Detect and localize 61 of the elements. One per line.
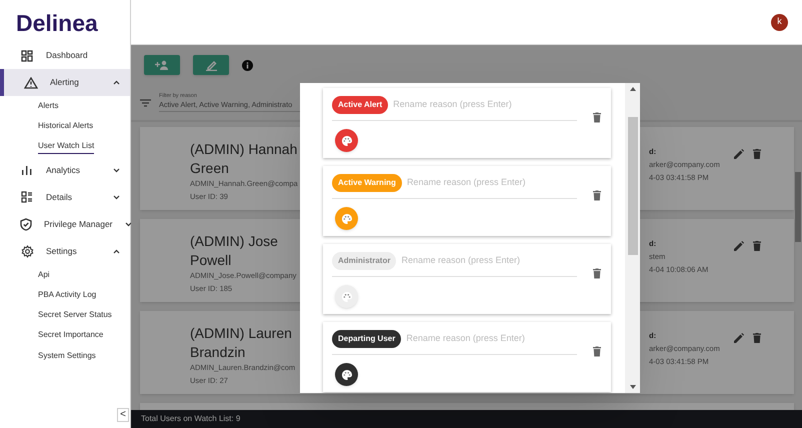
nav-item[interactable]: Settings	[0, 238, 130, 265]
logo: Delinea	[15, 9, 98, 38]
scrollbar-thumb[interactable]	[795, 172, 801, 242]
rename-input[interactable]: Rename reason (press Enter)	[406, 176, 577, 190]
collapse-button[interactable]: <	[117, 408, 129, 422]
color-picker-button[interactable]	[335, 129, 358, 152]
dashboard-icon	[21, 50, 33, 62]
scroll-up-icon[interactable]	[630, 87, 636, 91]
palette-icon	[342, 214, 352, 224]
color-picker-button[interactable]	[335, 363, 358, 386]
nav-subitem[interactable]: Secret Importance	[38, 329, 104, 342]
list-icon	[21, 191, 33, 204]
rename-input[interactable]: Rename reason (press Enter)	[393, 98, 577, 112]
delete-icon[interactable]	[593, 268, 601, 278]
add-person-icon	[155, 60, 169, 70]
bar-chart-icon	[21, 164, 33, 176]
rename-input[interactable]: Rename reason (press Enter)	[401, 254, 577, 268]
settings-icon	[20, 244, 34, 258]
delete-icon[interactable]	[593, 346, 601, 356]
rename-input[interactable]: Rename reason (press Enter)	[406, 332, 577, 346]
info-icon[interactable]	[242, 60, 253, 70]
reason-chip: Administrator	[332, 252, 396, 270]
color-picker-button[interactable]	[335, 207, 358, 230]
scrollbar-thumb[interactable]	[628, 117, 638, 255]
user-name: (ADMIN) Hannah Green	[190, 140, 298, 178]
reason-chip: Departing User	[332, 330, 402, 348]
pencil-icon	[204, 60, 218, 70]
nav-item[interactable]: Dashboard	[0, 42, 130, 69]
edit-icon[interactable]	[734, 149, 744, 159]
edit-icon[interactable]	[734, 241, 744, 251]
color-picker-button[interactable]	[335, 285, 358, 308]
edit-icon[interactable]	[734, 333, 744, 343]
nav-subitem[interactable]: Alerts	[38, 100, 58, 113]
nav-item[interactable]: Alerting	[0, 69, 130, 96]
reason-chip: Active Alert	[332, 96, 388, 114]
delete-icon[interactable]	[593, 190, 601, 200]
nav-item[interactable]: Privilege Manager	[0, 210, 130, 238]
delete-icon[interactable]	[753, 241, 761, 251]
nav-subitem[interactable]: Secret Server Status	[38, 309, 112, 322]
total-users-count: Total Users on Watch List: 9	[141, 413, 240, 425]
warning-icon	[24, 76, 38, 88]
user-name: (ADMIN) Lauren Brandzin	[190, 324, 293, 362]
nav-subitem[interactable]: Api	[38, 268, 50, 282]
nav-subitem[interactable]: PBA Activity Log	[38, 288, 96, 302]
delete-icon[interactable]	[753, 333, 761, 343]
nav-subitem[interactable]: Historical Alerts	[38, 120, 94, 133]
filter-icon	[140, 98, 151, 106]
palette-icon	[342, 292, 352, 302]
palette-icon	[342, 370, 352, 380]
reason-chip: Active Warning	[332, 174, 402, 192]
scroll-down-icon[interactable]	[630, 385, 636, 389]
nav-subitem[interactable]: User Watch List	[38, 140, 94, 154]
nav-item[interactable]: Details	[0, 184, 130, 211]
nav-item[interactable]: Analytics	[0, 156, 130, 184]
nav-subitem[interactable]: System Settings	[38, 350, 96, 363]
user-name: (ADMIN) Jose Powell	[190, 232, 279, 270]
shield-check-icon	[20, 218, 32, 231]
palette-icon	[342, 136, 352, 146]
delete-icon[interactable]	[753, 149, 761, 159]
delete-icon[interactable]	[593, 112, 601, 122]
user-avatar[interactable]: k	[771, 14, 788, 30]
